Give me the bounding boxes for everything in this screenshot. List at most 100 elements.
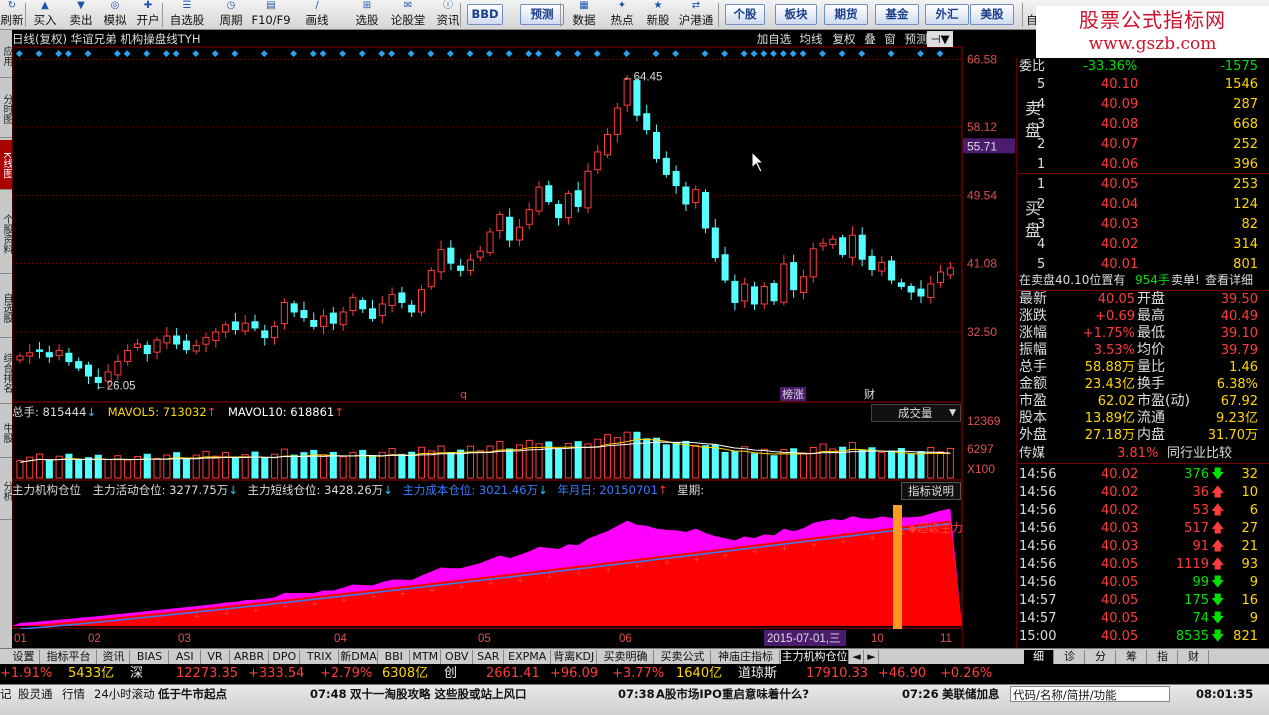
left-tab-1[interactable]: 分时图 [0, 78, 12, 138]
left-tab-6[interactable]: 牛股 [0, 406, 12, 458]
news-item-4[interactable]: 美联储加息 [942, 685, 1000, 703]
volume-bar [662, 444, 670, 479]
plus-marker: + [458, 583, 466, 593]
bottom-tab-6[interactable]: ARBR [231, 650, 269, 664]
chart-top-btn-0[interactable]: 加自选 [756, 31, 792, 47]
bottom-tab-10[interactable]: BBI [379, 650, 410, 664]
bottom-tab-4[interactable]: ASI [170, 650, 201, 664]
left-tab-3[interactable]: 个股资料 [0, 192, 12, 274]
bottom-tab-7[interactable]: DPO [270, 650, 300, 664]
volume-indicator-dropdown[interactable]: 成交量 ▼ [871, 404, 961, 422]
news-time-2: 07:48 [310, 687, 347, 701]
toolbar-btn-0[interactable]: BBD [467, 4, 503, 25]
clock: 08:01:35 [1196, 687, 1254, 701]
bottom-tab-15[interactable]: 背离KDJ [552, 650, 597, 664]
hk-toolbar-button[interactable]: ⇄ 沪港通 [675, 0, 717, 30]
arrow-down-icon: 🡇 [1211, 575, 1225, 590]
left-tab-0[interactable]: 应用 [0, 32, 12, 78]
bottom-tab-18[interactable]: 神庙庄指标 [712, 650, 780, 664]
bottom-tab-17[interactable]: 买卖公式 [655, 650, 711, 664]
bottom-tab-14[interactable]: EXPMA [505, 650, 551, 664]
notice-detail-link[interactable]: 查看详细 [1205, 272, 1253, 289]
bottom-tab-0[interactable]: 设置 [8, 650, 40, 664]
pick-toolbar-button[interactable]: ⊞ 选股 [350, 0, 384, 30]
toolbar-btn-4[interactable]: 期货 [824, 4, 868, 25]
bottom-tab-9[interactable]: 新DMA [340, 650, 378, 664]
news-btn-stockbot[interactable]: 股灵通 [18, 685, 53, 703]
draw-toolbar-button[interactable]: ∕ 画线 [300, 0, 334, 30]
forum-toolbar-button[interactable]: ✉ 论股堂 [386, 0, 430, 30]
chart-top-btn-4[interactable]: 窗 [882, 31, 898, 47]
bottom-tab-5[interactable]: VR [202, 650, 230, 664]
toolbar-separator [560, 3, 561, 27]
candle-body [839, 237, 847, 255]
toolbar-btn-7[interactable]: 美股 [970, 4, 1014, 25]
f10-toolbar-button[interactable]: ▤ F10/F9 [250, 0, 292, 30]
left-tab-7[interactable]: 分析 [0, 460, 12, 520]
chart-top-btn-2[interactable]: 复权 [830, 31, 858, 47]
volume-bar [839, 446, 847, 479]
bottom-tab-12[interactable]: OBV [442, 650, 473, 664]
left-tab-5[interactable]: 综合排名 [0, 340, 12, 404]
data-toolbar-button[interactable]: ▦ 数据 [568, 0, 600, 30]
signal-diamond: ◆ [16, 49, 23, 59]
toolbar-btn-1[interactable]: 预测 [520, 4, 564, 25]
news-item-2[interactable]: 双十一淘股攻略 这些股或站上风口 [350, 685, 527, 703]
arrow-up-icon: 🡅 [1211, 521, 1225, 536]
news-btn-rolling[interactable]: 24小时滚动 [94, 685, 155, 703]
kline-chart-svg[interactable]: 66.58 58.12 55.71 49.54 41.08 32.50 ←64.45 ←26.… [12, 30, 1016, 648]
bottom-tab-11[interactable]: MTM [411, 650, 441, 664]
open-toolbar-button[interactable]: ✚ 开户 [130, 0, 166, 30]
news-item-1[interactable]: 低于牛市起点 [158, 685, 227, 703]
chart-top-btn-1[interactable]: 均线 [796, 31, 826, 47]
toolbar-btn-5[interactable]: 基金 [875, 4, 919, 25]
candle-body [535, 186, 543, 212]
quote-row: 金额 23.43亿 换手 6.38% [1019, 376, 1258, 392]
signal-diamond: ◆ [770, 49, 777, 59]
price-axis-label: 32.50 [967, 325, 997, 339]
bottom-tab-2[interactable]: 资讯 [98, 650, 130, 664]
sell-toolbar-button[interactable]: ▼ 卖出 [63, 0, 99, 30]
bottom-tab-13[interactable]: SAR [474, 650, 504, 664]
news-btn-quotes[interactable]: 行情 [62, 685, 85, 703]
tab-scroll-left-icon[interactable]: ◄ [850, 650, 864, 664]
bottom-tab-3[interactable]: BIAS [131, 650, 169, 664]
sim-toolbar-button[interactable]: ◎ 模拟 [97, 0, 133, 30]
volume-bar [721, 451, 729, 479]
right-tab-4[interactable]: 指 [1148, 650, 1178, 664]
toolbar-btn-3[interactable]: 板块 [775, 4, 817, 25]
candle-body [731, 280, 739, 303]
toolbar-btn-6[interactable]: 外汇 [925, 4, 969, 25]
period-toolbar-button[interactable]: ◷ 周期 [215, 0, 247, 30]
watch-toolbar-button[interactable]: ☰ 自选股 [166, 0, 208, 30]
buy-toolbar-button[interactable]: ▲ 买入 [27, 0, 63, 30]
bottom-tab-16[interactable]: 买卖明确 [598, 650, 654, 664]
refresh-button[interactable]: ↻ 刷新 [0, 0, 24, 30]
chart-top-btn-5[interactable]: 预测 [902, 31, 930, 47]
bottom-tab-8[interactable]: TRIX [301, 650, 339, 664]
arrow-down-icon: 🡇 [1211, 467, 1225, 482]
indicator-help-button[interactable]: 指标说明 [901, 482, 961, 500]
bottom-tab-19[interactable]: 主力机构仓位A7 [781, 650, 849, 677]
right-tab-1[interactable]: 诊 [1055, 650, 1085, 664]
left-tab-4[interactable]: 自选股 [0, 276, 12, 338]
tab-scroll-right-icon[interactable]: ► [865, 650, 879, 664]
right-tab-0[interactable]: 细 [1024, 650, 1054, 664]
chart-top-btn-3[interactable]: 叠 [862, 31, 878, 47]
signal-diamond: ◆ [535, 49, 542, 59]
hot-toolbar-button[interactable]: ✦ 热点 [606, 0, 638, 30]
right-tab-3[interactable]: 筹 [1117, 650, 1147, 664]
right-tab-5[interactable]: 财 [1179, 650, 1209, 664]
candle-body [143, 344, 151, 355]
bottom-tab-1[interactable]: 指标平台 [41, 650, 97, 664]
search-input[interactable]: 代码/名称/简拼/功能 [1010, 686, 1170, 702]
index-i: +3.77% [612, 666, 665, 681]
toolbar-btn-2[interactable]: 个股 [725, 4, 765, 25]
signal-diamond: ◆ [261, 49, 268, 59]
pin-icon[interactable]: ⊣▼ [927, 31, 953, 47]
volume-bar [476, 450, 484, 479]
left-tab-2[interactable]: K线图 [0, 140, 12, 190]
new-toolbar-button[interactable]: ★ 新股 [641, 0, 675, 30]
right-tab-2[interactable]: 分 [1086, 650, 1116, 664]
news-item-3[interactable]: A股市场IPO重启意味着什么? [656, 685, 809, 703]
